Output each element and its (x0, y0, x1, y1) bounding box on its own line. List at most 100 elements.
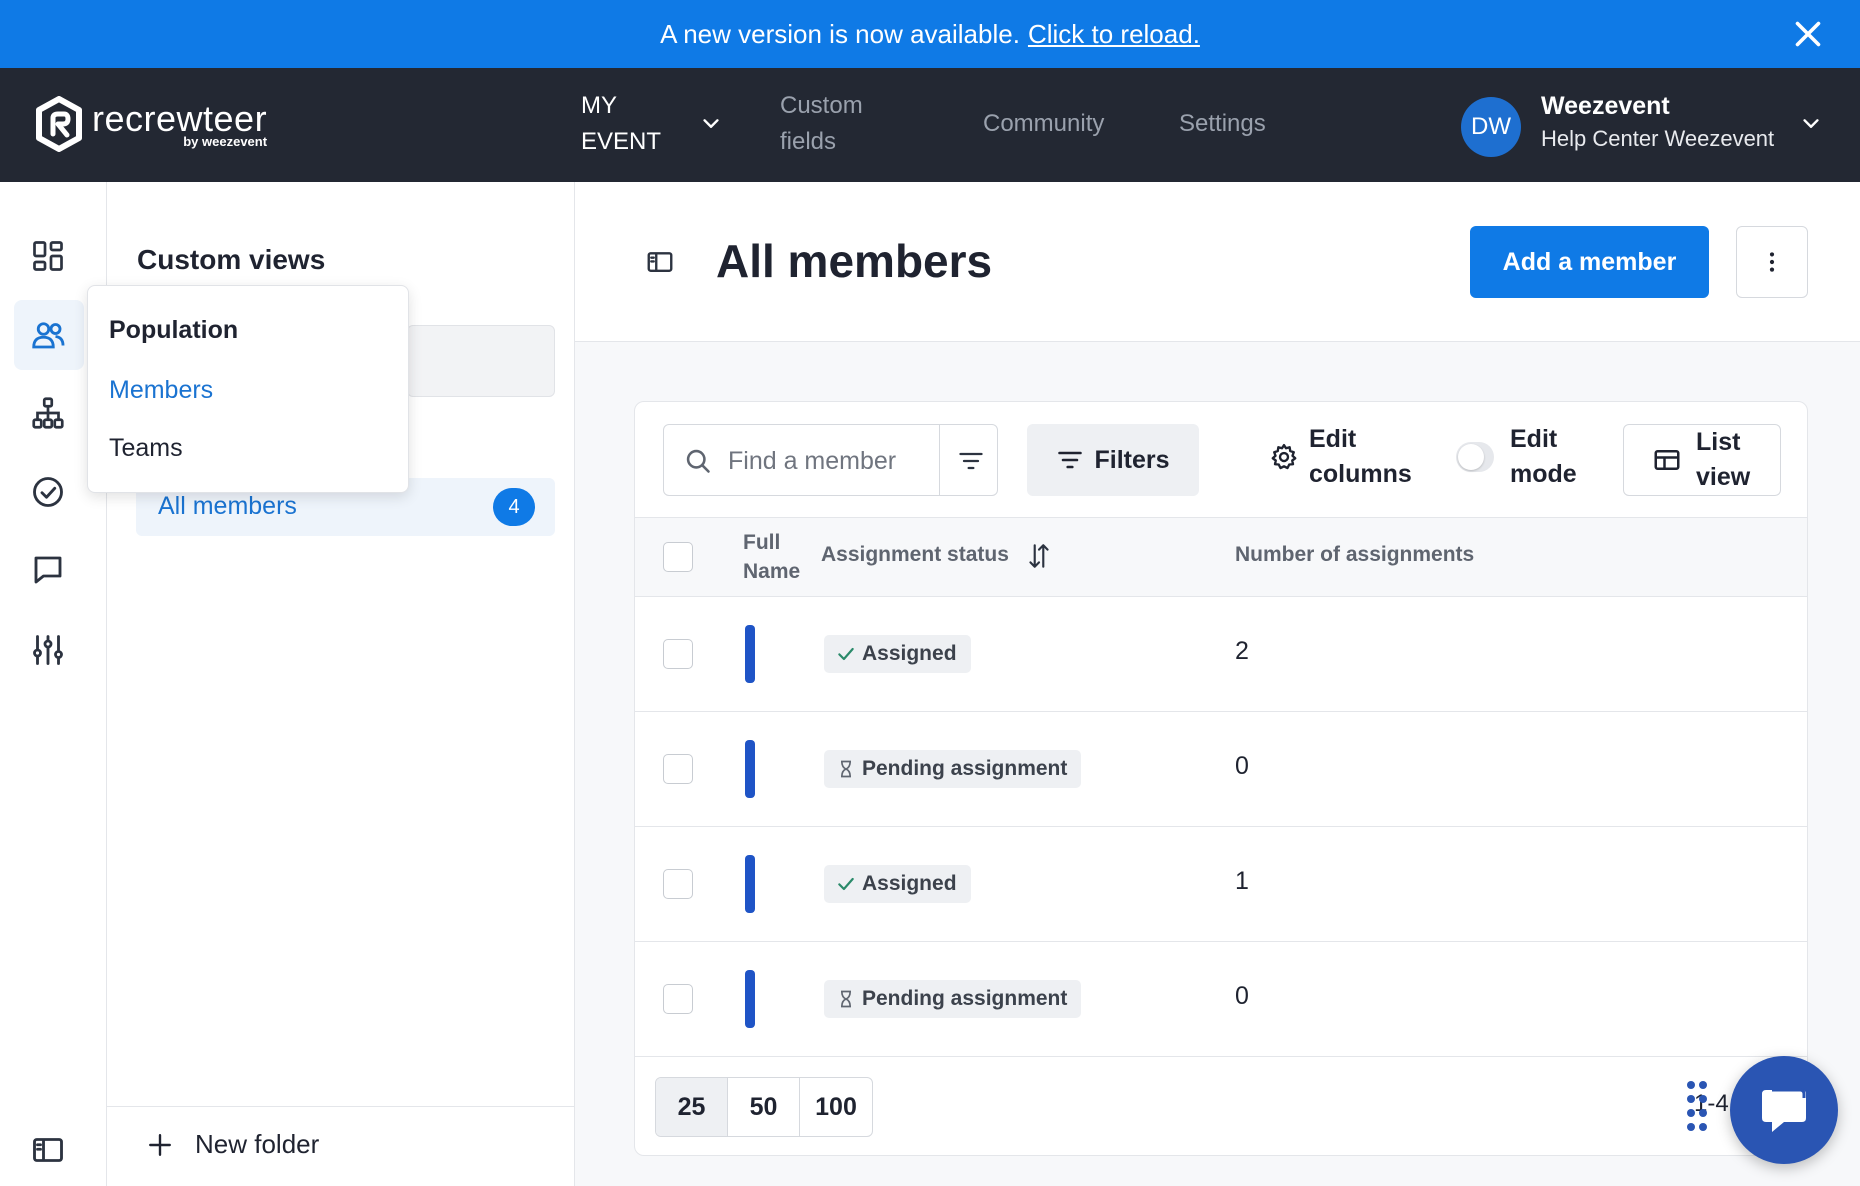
nav-my-event[interactable]: MY EVENT (581, 88, 681, 160)
check-circle-icon[interactable] (30, 474, 66, 510)
status-label: Pending assignment (862, 987, 1068, 1010)
message-icon[interactable] (30, 552, 66, 588)
member-name-cell[interactable] (745, 625, 755, 683)
update-banner: A new version is now available. Click to… (0, 0, 1860, 68)
status-label: Pending assignment (862, 757, 1068, 780)
member-name-cell[interactable] (745, 855, 755, 913)
page-size-100[interactable]: 100 (800, 1078, 872, 1136)
table-header: Full Name Assignment status Number of as… (635, 517, 1807, 597)
status-label: Assigned (862, 872, 957, 895)
user-organization[interactable]: Help Center Weezevent (1541, 126, 1774, 152)
more-options-button[interactable] (1736, 226, 1808, 298)
status-badge: Pending assignment (824, 980, 1082, 1018)
check-icon (838, 647, 854, 661)
user-name[interactable]: Weezevent (1541, 92, 1670, 121)
top-navigation: recrewteer by weezevent MY EVENT Custom … (0, 68, 1860, 182)
check-icon (838, 877, 854, 891)
count-badge: 4 (493, 488, 535, 526)
select-all-checkbox[interactable] (663, 542, 693, 572)
views-footer: New folder (107, 1106, 574, 1186)
nav-community[interactable]: Community (983, 106, 1104, 142)
table-icon (1654, 450, 1680, 470)
people-icon[interactable] (30, 317, 66, 353)
search-input[interactable] (728, 443, 928, 479)
sort-filter-icon[interactable] (957, 447, 985, 475)
panel-collapse-icon[interactable] (30, 1132, 66, 1168)
page-size-25[interactable]: 25 (656, 1078, 728, 1136)
views-search-field[interactable] (407, 325, 555, 397)
population-menu: Population Members Teams (87, 285, 409, 493)
status-badge: Assigned (824, 865, 971, 903)
members-table-card: Filters Edit columns Edit mode List view… (634, 401, 1808, 1156)
sliders-icon[interactable] (30, 632, 66, 668)
population-menu-title: Population (109, 316, 239, 344)
row-checkbox[interactable] (663, 639, 693, 669)
recrewteer-logo-icon (36, 96, 82, 152)
sidebar-toggle-icon[interactable] (645, 247, 675, 277)
row-checkbox[interactable] (663, 984, 693, 1014)
edit-columns-label: Edit columns (1309, 425, 1412, 488)
table-row[interactable]: Pending assignment 0 (635, 712, 1807, 827)
new-folder-button[interactable]: New folder (147, 1129, 319, 1160)
dashboard-icon[interactable] (30, 238, 66, 274)
brand-name: recrewteer (92, 97, 268, 139)
chat-bubble-icon (1762, 1088, 1806, 1132)
table-row[interactable]: Pending assignment 0 (635, 942, 1807, 1057)
plus-icon (149, 1133, 171, 1156)
hourglass-icon (841, 760, 851, 778)
table-row[interactable]: Assigned 2 (635, 597, 1807, 712)
custom-views-title: Custom views (137, 244, 326, 275)
list-view-label: List view (1696, 428, 1751, 491)
column-header-number-of-assignments[interactable]: Number of assignments (1235, 543, 1474, 567)
filters-label: Filters (1094, 445, 1170, 474)
org-chart-icon[interactable] (30, 395, 66, 431)
row-checkbox[interactable] (663, 869, 693, 899)
filters-button[interactable]: Filters (1027, 424, 1199, 496)
chevron-down-icon[interactable] (700, 113, 722, 135)
edit-mode-toggle[interactable]: Edit mode (1456, 422, 1590, 492)
app-logo[interactable]: recrewteer by weezevent (34, 96, 267, 152)
avatar[interactable]: DW (1461, 97, 1521, 157)
assignment-count: 0 (1235, 982, 1249, 1010)
close-icon[interactable] (1790, 16, 1826, 52)
edit-columns-button[interactable]: Edit columns (1269, 422, 1419, 492)
assignment-count: 1 (1235, 867, 1249, 895)
row-checkbox[interactable] (663, 754, 693, 784)
column-header-assignment-status[interactable]: Assignment status (821, 543, 1009, 567)
nav-settings[interactable]: Settings (1179, 106, 1266, 142)
edit-mode-label: Edit mode (1510, 425, 1577, 488)
reload-link[interactable]: Click to reload. (1028, 19, 1200, 50)
member-name-cell[interactable] (745, 970, 755, 1028)
hourglass-icon (841, 990, 851, 1008)
chat-button[interactable] (1730, 1056, 1838, 1164)
toggle-switch[interactable] (1456, 442, 1494, 472)
search-box (663, 424, 998, 496)
banner-message: A new version is now available. (660, 18, 1020, 49)
page-title: All members (716, 235, 993, 287)
more-vertical-icon (1769, 252, 1775, 272)
page-size-selector: 25 50 100 (655, 1077, 873, 1137)
page-size-50[interactable]: 50 (728, 1078, 800, 1136)
nav-custom-fields[interactable]: Custom fields (780, 88, 890, 160)
assignment-count: 0 (1235, 752, 1249, 780)
status-badge: Assigned (824, 635, 971, 673)
menu-item-members[interactable]: Members (109, 376, 213, 405)
status-badge: Pending assignment (824, 750, 1082, 788)
menu-item-teams[interactable]: Teams (109, 434, 183, 463)
view-item-label: All members (158, 492, 297, 520)
new-folder-label: New folder (195, 1129, 320, 1159)
table-row[interactable]: Assigned 1 (635, 827, 1807, 942)
list-view-button[interactable]: List view (1623, 424, 1781, 496)
page-header: All members Add a member (575, 182, 1860, 342)
search-icon (686, 449, 710, 473)
add-member-button[interactable]: Add a member (1470, 226, 1709, 298)
assignment-count: 2 (1235, 637, 1249, 665)
sort-icon[interactable] (1026, 541, 1052, 571)
chevron-down-icon[interactable] (1800, 113, 1822, 135)
search-divider (939, 425, 940, 495)
gear-icon (1271, 443, 1297, 470)
drag-handle-icon[interactable] (1686, 1079, 1708, 1137)
column-header-full-name[interactable]: Full Name (743, 528, 801, 586)
status-label: Assigned (862, 642, 957, 665)
member-name-cell[interactable] (745, 740, 755, 798)
